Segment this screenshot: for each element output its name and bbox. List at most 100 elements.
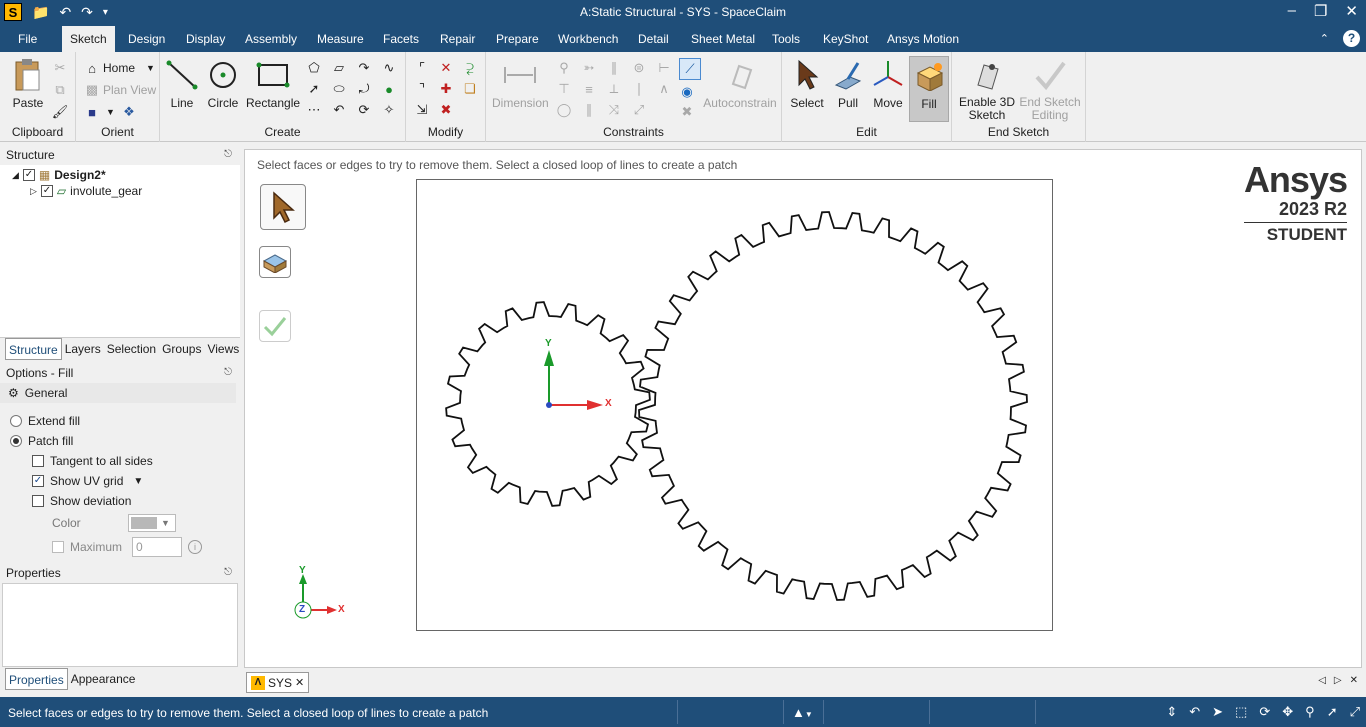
visibility-eye-icon[interactable]: ◉ xyxy=(679,84,695,100)
extend-fill-radio[interactable] xyxy=(10,415,22,427)
close-icon[interactable]: ✕ xyxy=(1345,2,1358,20)
tab-sheet-metal[interactable]: Sheet Metal xyxy=(683,26,763,52)
tab-repair[interactable]: Repair xyxy=(432,26,483,52)
patch-fill-radio[interactable] xyxy=(10,435,22,447)
constraint-perpendicular-icon[interactable]: ⟂ xyxy=(606,81,622,97)
expand-icon[interactable]: ◢ xyxy=(12,170,19,181)
fill-tool-button[interactable] xyxy=(259,246,291,278)
format-painter-icon[interactable]: 🖌 xyxy=(52,104,69,120)
maximum-checkbox[interactable] xyxy=(52,541,64,553)
show-deviation-checkbox[interactable] xyxy=(32,495,44,507)
tab-selection[interactable]: Selection xyxy=(104,338,159,360)
constraint-tangent-icon[interactable]: ⤨ xyxy=(606,102,622,118)
tab-ansys-motion[interactable]: Ansys Motion xyxy=(879,26,967,52)
color-dropdown-icon[interactable]: ▼ xyxy=(161,518,170,528)
spline-icon[interactable]: ∿ xyxy=(381,60,397,76)
tab-detail[interactable]: Detail xyxy=(630,26,677,52)
end-sketch-editing-button[interactable]: End Sketch Editing xyxy=(1018,58,1082,122)
tree-node-involute-gear[interactable]: ▷ ✓ ▱ involute_gear xyxy=(0,183,240,199)
show-uv-grid-checkbox[interactable]: ✓ xyxy=(32,475,44,487)
close-tab-icon[interactable]: ✕ xyxy=(295,676,304,689)
three-point-circle-icon[interactable]: ⟳ xyxy=(356,102,372,118)
three-point-rectangle-icon[interactable]: ▱ xyxy=(331,60,347,76)
autoconstrain-button[interactable]: Autoconstrain xyxy=(702,58,778,110)
collapse-ribbon-icon[interactable]: ⌃ xyxy=(1320,32,1329,45)
circle-button[interactable]: Circle xyxy=(204,58,242,110)
paste-button[interactable]: Paste xyxy=(8,58,48,110)
visibility-checkbox[interactable]: ✓ xyxy=(40,185,53,197)
tab-file[interactable]: File xyxy=(10,26,45,52)
fill-button[interactable]: Fill xyxy=(909,56,949,122)
view-triad[interactable] xyxy=(285,568,341,628)
color-picker[interactable]: ▼ xyxy=(128,514,176,532)
tab-close-icon[interactable]: ✕ xyxy=(1350,675,1358,686)
restore-icon[interactable]: ❐ xyxy=(1314,2,1327,20)
tab-groups[interactable]: Groups xyxy=(159,338,204,360)
general-section[interactable]: ⚙ General xyxy=(0,383,236,403)
pull-button[interactable]: Pull xyxy=(828,58,868,110)
sweep-arc-icon[interactable]: ⤾ xyxy=(356,81,372,97)
scroll-updown-icon[interactable]: ⇕ xyxy=(1166,704,1177,720)
tab-layers[interactable]: Layers xyxy=(62,338,104,360)
enable-3d-sketch-button[interactable]: Enable 3D Sketch xyxy=(958,58,1016,122)
tab-design[interactable]: Design xyxy=(120,26,173,52)
move-button[interactable]: Move xyxy=(868,58,908,110)
tab-appearance[interactable]: Appearance xyxy=(68,668,139,690)
home-button[interactable]: ⌂ Home ▼ xyxy=(84,60,155,76)
constraint-midpoint-icon[interactable]: ⊢ xyxy=(656,60,672,76)
display-style-icon[interactable]: ❖ xyxy=(121,104,137,120)
constraint-zoom-icon[interactable]: ⚲ xyxy=(556,60,572,76)
constraint-collinear-icon[interactable]: ∥ xyxy=(581,102,597,118)
pin-icon[interactable]: ⎋ xyxy=(224,145,232,165)
view-cube-icon[interactable]: ■ xyxy=(84,104,100,120)
tab-sketch[interactable]: Sketch xyxy=(62,26,115,52)
box-select-icon[interactable]: ⬚ xyxy=(1235,704,1247,720)
complete-button[interactable] xyxy=(259,310,291,342)
spin-icon[interactable]: ⟳ xyxy=(1259,704,1270,720)
constraint-concentric-icon[interactable]: ⊜ xyxy=(631,60,647,76)
tangent-option[interactable]: Tangent to all sides xyxy=(0,451,240,471)
tab-tools[interactable]: Tools xyxy=(764,26,808,52)
show-constraints-icon[interactable]: ⟋ xyxy=(679,58,701,80)
tab-structure[interactable]: Structure xyxy=(5,337,62,360)
tab-display[interactable]: Display xyxy=(178,26,233,52)
point-icon[interactable]: ● xyxy=(381,81,397,97)
undo-select-icon[interactable]: ↶ xyxy=(1189,704,1200,720)
view-dropdown-icon[interactable]: ▼ xyxy=(106,107,115,117)
ellipse-icon[interactable]: ⬭ xyxy=(331,81,347,97)
show-deviation-option[interactable]: Show deviation xyxy=(0,491,240,511)
selection-filter-icon[interactable]: ▲▼ xyxy=(792,705,813,720)
tangent-checkbox[interactable] xyxy=(32,455,44,467)
constraint-symmetric-icon[interactable]: ∧ xyxy=(656,81,672,97)
tangent-arc-icon[interactable]: ↷ xyxy=(356,60,372,76)
scroll-left-icon[interactable]: ◁ xyxy=(1318,675,1326,686)
corner-icon[interactable]: ⌝ xyxy=(414,81,430,97)
select-tool-button[interactable] xyxy=(260,184,306,230)
line-button[interactable]: Line xyxy=(164,58,200,110)
plan-view-button[interactable]: ▩ Plan View xyxy=(84,82,156,98)
info-icon[interactable]: i xyxy=(188,540,202,554)
maximum-input[interactable]: 0 xyxy=(132,537,182,557)
constraint-coincident-icon[interactable]: ◯ xyxy=(556,102,572,118)
tab-assembly[interactable]: Assembly xyxy=(237,26,305,52)
show-uv-grid-option[interactable]: ✓ Show UV grid ▼ xyxy=(0,471,240,491)
offset-curve-icon[interactable]: ⥻ xyxy=(462,60,478,76)
tab-facets[interactable]: Facets xyxy=(375,26,427,52)
constraint-fix-icon[interactable]: ⤢ xyxy=(631,102,647,118)
minimize-icon[interactable]: – xyxy=(1288,2,1296,20)
tab-prepare[interactable]: Prepare xyxy=(488,26,547,52)
delete-constraint-icon[interactable]: ✖ xyxy=(679,104,695,120)
dimension-button[interactable]: Dimension xyxy=(492,58,549,110)
extend-fill-option[interactable]: Extend fill xyxy=(0,411,240,431)
tab-views[interactable]: Views xyxy=(204,338,242,360)
visibility-checkbox[interactable]: ✓ xyxy=(22,169,35,181)
tab-properties[interactable]: Properties xyxy=(5,668,68,690)
copy-icon[interactable]: ⧉ xyxy=(52,82,68,98)
scroll-right-icon[interactable]: ▷ xyxy=(1334,675,1342,686)
zoom-icon[interactable]: ⚲ xyxy=(1305,704,1315,720)
patch-fill-option[interactable]: Patch fill xyxy=(0,431,240,451)
construction-line-icon[interactable]: ⋯ xyxy=(306,102,322,118)
rectangle-button[interactable]: Rectangle xyxy=(246,58,300,110)
tangent-line-icon[interactable]: ➚ xyxy=(306,81,322,97)
face-curve-icon[interactable]: ✧ xyxy=(381,102,397,118)
